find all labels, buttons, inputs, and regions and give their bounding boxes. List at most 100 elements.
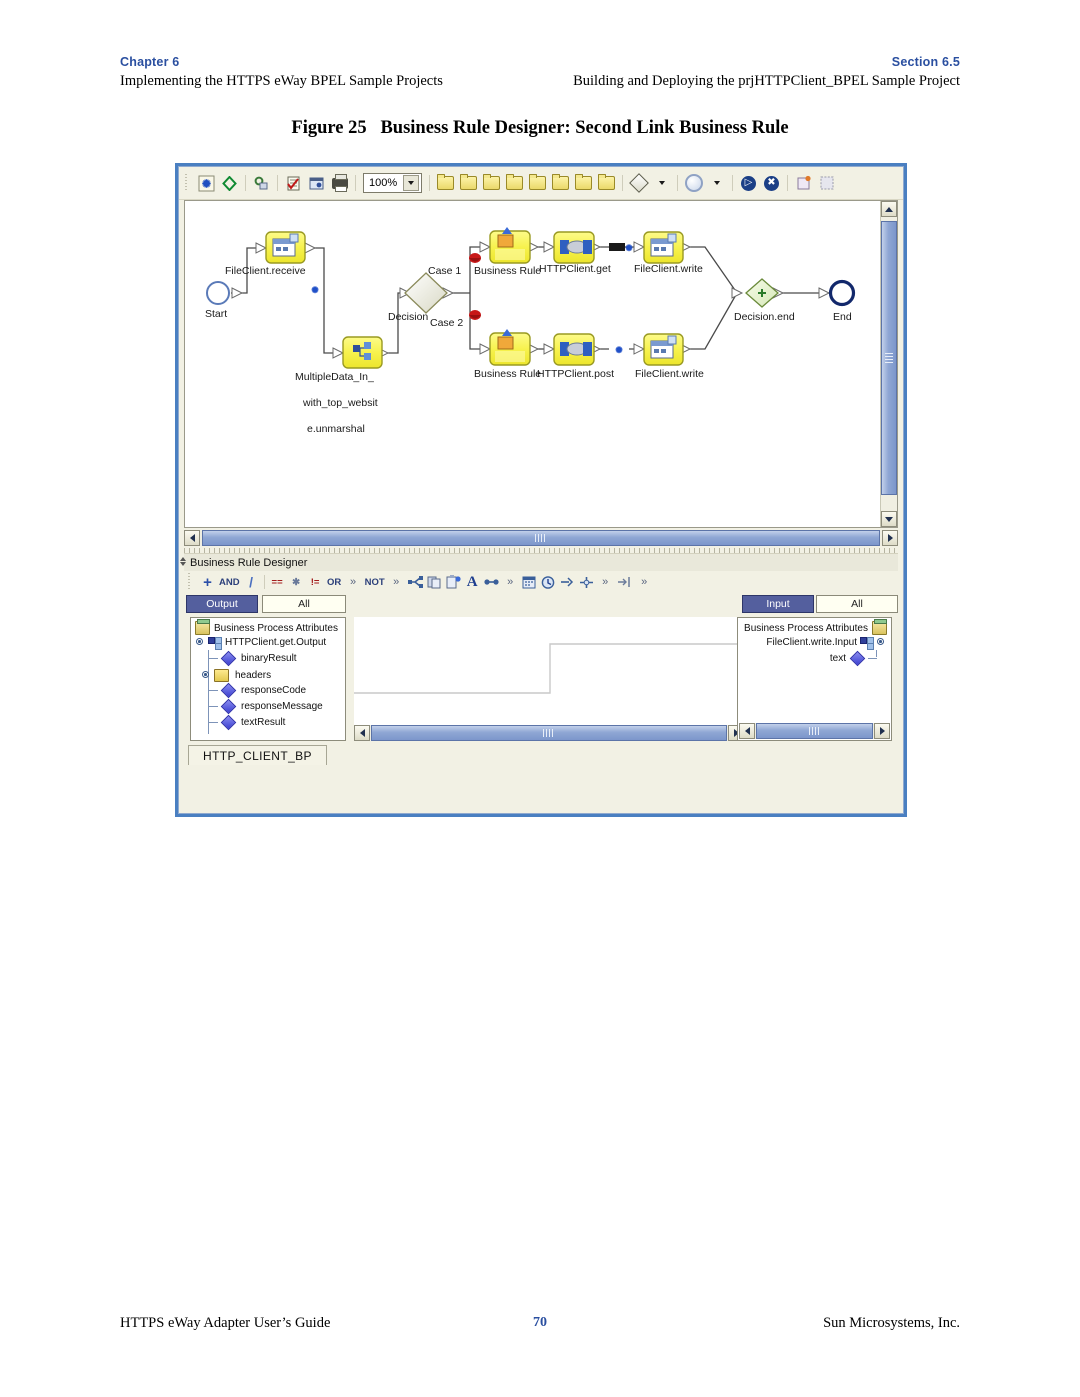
output-tree-child-row[interactable]: textResult xyxy=(208,714,285,731)
receive-folder-icon[interactable] xyxy=(573,173,594,194)
add-icon[interactable]: + xyxy=(200,573,215,591)
output-tree-root-row[interactable]: Business Process Attributes xyxy=(195,619,338,635)
scroll-up-button[interactable] xyxy=(881,201,897,217)
tree-branch-line xyxy=(868,658,877,659)
horizontal-scroll-thumb[interactable] xyxy=(202,530,880,546)
output-tree-panel[interactable]: Business Process Attributes HTTPClient.g… xyxy=(190,617,346,741)
copy-icon[interactable] xyxy=(427,573,442,591)
equals-operator-button[interactable]: == xyxy=(270,573,285,591)
print-icon[interactable] xyxy=(329,173,350,194)
more-operators-chevron-icon[interactable]: » xyxy=(346,573,361,591)
zoom-level-combobox[interactable]: 100% xyxy=(363,173,422,193)
chevron-down-icon[interactable] xyxy=(403,175,419,191)
input-horizontal-scrollbar[interactable] xyxy=(739,723,890,739)
activity-folder-icon[interactable] xyxy=(435,173,456,194)
auto-layout-icon[interactable] xyxy=(793,173,814,194)
node-label-rule2: Business Rule xyxy=(474,368,542,380)
output-tree-child-row[interactable]: responseCode xyxy=(208,682,307,699)
mapping-hscroll-thumb[interactable] xyxy=(371,725,727,741)
while-folder-icon[interactable] xyxy=(527,173,548,194)
link-chain-icon[interactable] xyxy=(251,173,272,194)
toolbar-separator xyxy=(787,175,788,191)
start-event-icon[interactable]: ▷ xyxy=(738,173,759,194)
expander-icon[interactable] xyxy=(201,670,212,681)
bpel-diagram-canvas[interactable]: . xyxy=(185,201,881,527)
and-operator-button[interactable]: AND xyxy=(219,573,240,591)
input-scroll-left-button[interactable] xyxy=(739,723,755,739)
string-literal-button[interactable]: A xyxy=(465,573,480,591)
toolbar-separator xyxy=(677,175,678,191)
toolbar-drag-handle[interactable] xyxy=(185,174,191,192)
reply-folder-icon[interactable] xyxy=(596,173,617,194)
fit-page-icon[interactable] xyxy=(816,173,837,194)
chevron-down-icon[interactable] xyxy=(651,173,672,194)
output-tree-child-row[interactable]: binaryResult xyxy=(208,650,297,667)
calendar-icon[interactable] xyxy=(522,573,537,591)
application-window: ✺ 100% ▷ ✖ ✺ ✺ ✺ Start FileClient.receiv… xyxy=(175,163,907,817)
input-tree-node-row[interactable]: FileClient.write.Input xyxy=(766,637,887,650)
input-hscroll-thumb[interactable] xyxy=(756,723,873,739)
input-filter-combo[interactable]: All xyxy=(816,595,898,613)
node-label-case1: Case 1 xyxy=(428,265,462,277)
scroll-down-button[interactable] xyxy=(881,511,897,527)
page-running-footer: HTTPS eWay Adapter User’s Guide 70 Sun M… xyxy=(120,1315,960,1337)
output-tree-child-row[interactable]: responseMessage xyxy=(208,698,323,715)
more-misc-chevron-icon[interactable]: » xyxy=(637,573,652,591)
not-operator-button[interactable]: NOT xyxy=(365,573,385,591)
output-tree-node-row[interactable]: HTTPClient.get.Output xyxy=(195,637,326,650)
scope-folder-icon[interactable] xyxy=(550,173,571,194)
validate-checklist-icon[interactable] xyxy=(283,173,304,194)
decision-diamond-icon[interactable] xyxy=(628,173,649,194)
not-equals-operator-button[interactable]: != xyxy=(308,573,323,591)
node-label-decision-end: Decision.end xyxy=(734,311,795,323)
toolbar-separator xyxy=(245,175,246,191)
vertical-scroll-thumb[interactable] xyxy=(881,221,897,495)
paste-icon[interactable] xyxy=(446,573,461,591)
duration-icon[interactable] xyxy=(560,573,575,591)
plain-folder-icon[interactable] xyxy=(458,173,479,194)
expander-icon[interactable] xyxy=(876,637,887,648)
brd-toolbar-drag-handle[interactable] xyxy=(188,573,194,591)
diamond-outline-icon[interactable] xyxy=(219,173,240,194)
expander-icon[interactable] xyxy=(195,637,206,648)
or-operator-button[interactable]: OR xyxy=(327,573,342,591)
invoke-folder-icon[interactable] xyxy=(504,173,525,194)
input-tree-root-row[interactable]: Business Process Attributes xyxy=(744,619,887,635)
canvas-vertical-scrollbar[interactable] xyxy=(880,201,897,527)
link-icon[interactable] xyxy=(484,573,499,591)
main-toolbar: ✺ 100% ▷ ✖ xyxy=(179,167,903,200)
scroll-left-button[interactable] xyxy=(184,530,200,546)
assign-folder-icon[interactable] xyxy=(481,173,502,194)
canvas-horizontal-scrollbar[interactable] xyxy=(184,530,898,546)
node-label-receive: FileClient.receive xyxy=(225,265,306,277)
clock-icon[interactable] xyxy=(541,573,556,591)
branch-icon[interactable] xyxy=(407,573,423,591)
tab-http-client-bp[interactable]: HTTP_CLIENT_BP xyxy=(188,745,327,765)
input-scroll-right-button[interactable] xyxy=(874,723,890,739)
scroll-right-button[interactable] xyxy=(882,530,898,546)
mapping-canvas-panel[interactable] xyxy=(354,617,744,741)
figure-caption-text: Business Rule Designer: Second Link Busi… xyxy=(380,118,789,138)
end-event-icon[interactable]: ✖ xyxy=(761,173,782,194)
divide-icon[interactable]: / xyxy=(244,573,259,591)
output-tab-button[interactable]: Output xyxy=(186,595,258,613)
chevron-down-icon[interactable] xyxy=(706,173,727,194)
circle-event-icon[interactable] xyxy=(683,173,704,194)
more-logical-chevron-icon[interactable]: » xyxy=(389,573,404,591)
output-attr-label: responseCode xyxy=(241,685,307,696)
indent-icon[interactable] xyxy=(617,573,633,591)
mapping-scroll-left-button[interactable] xyxy=(354,725,370,741)
merge-icon[interactable] xyxy=(579,573,594,591)
output-filter-combo[interactable]: All xyxy=(262,595,346,613)
input-tab-button[interactable]: Input xyxy=(742,595,814,613)
input-tree-child-row[interactable]: text xyxy=(830,650,877,667)
mapping-horizontal-scrollbar[interactable] xyxy=(354,725,744,741)
bpel-map-icon[interactable]: ✺ xyxy=(196,173,217,194)
splitter-collapse-arrows[interactable] xyxy=(180,557,186,566)
output-tree-child-row[interactable]: headers xyxy=(201,669,271,682)
properties-icon[interactable] xyxy=(306,173,327,194)
more-datetime-chevron-icon[interactable]: » xyxy=(598,573,613,591)
more-string-chevron-icon[interactable]: » xyxy=(503,573,518,591)
not-equal-icon[interactable]: ✱ xyxy=(289,573,304,591)
input-tree-panel[interactable]: Business Process Attributes FileClient.w… xyxy=(737,617,892,741)
